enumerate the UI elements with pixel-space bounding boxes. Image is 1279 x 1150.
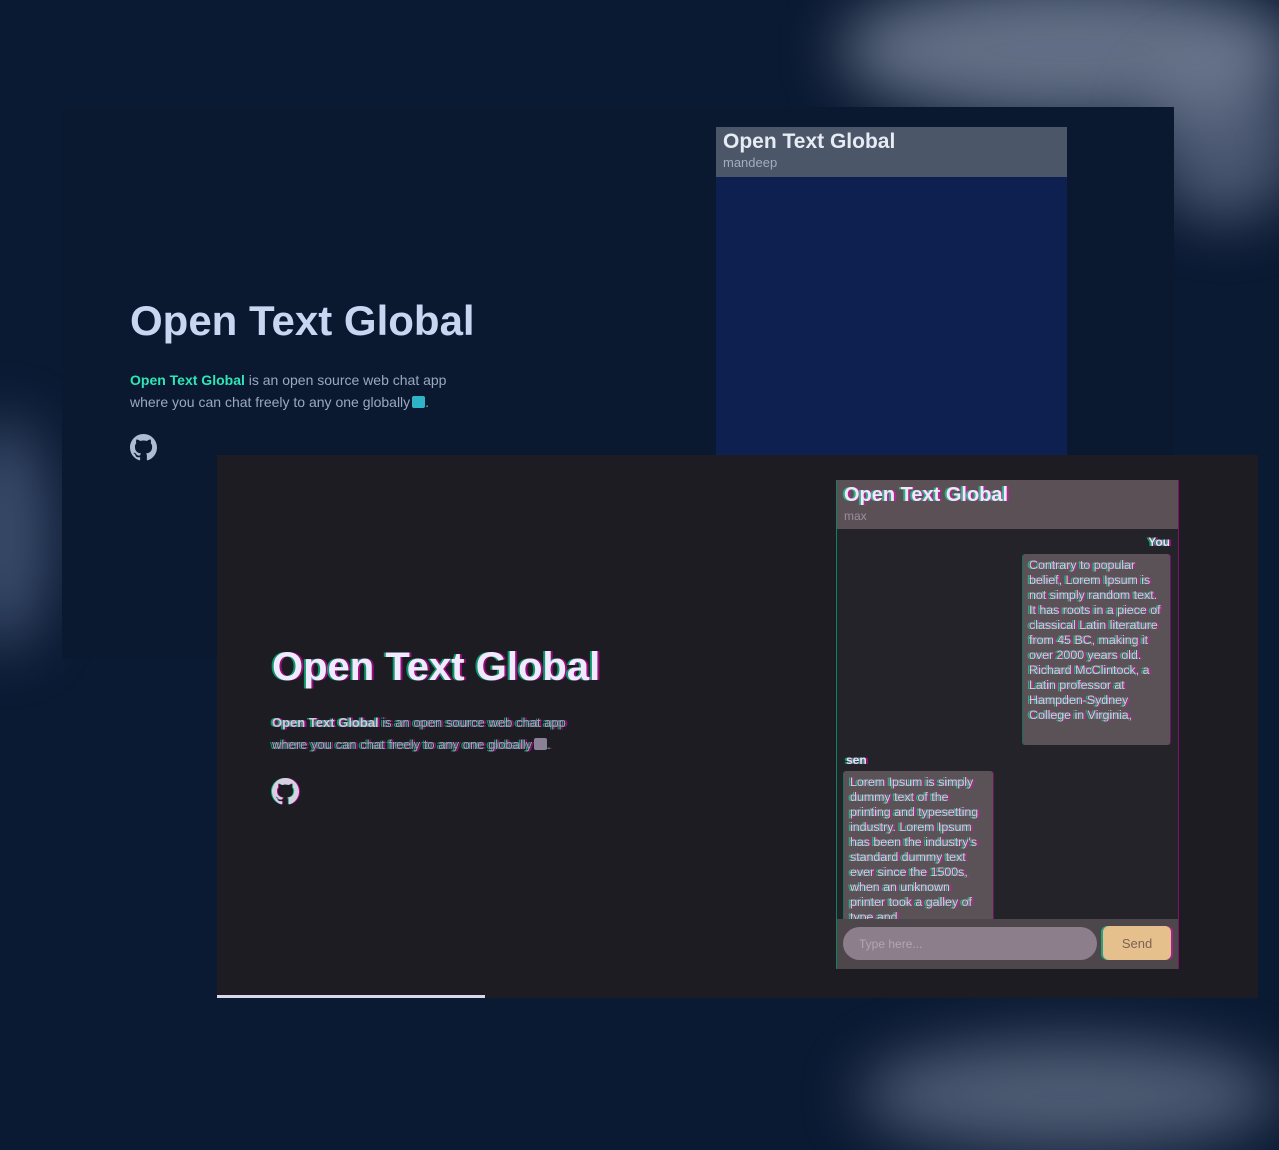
description-end: . (547, 737, 551, 752)
message-list[interactable]: You Contrary to popular belief, Lorem Ip… (837, 529, 1178, 919)
github-icon[interactable] (272, 778, 299, 810)
chat-input-bar: Send (837, 919, 1178, 969)
foreground-window: Open Text Global Open Text Global is an … (217, 455, 1258, 998)
globe-icon (534, 738, 548, 750)
description-text-line2: where you can chat freely to any one glo… (130, 394, 411, 410)
chat-title: Open Text Global (844, 484, 1009, 506)
message-sender: sen (846, 753, 867, 767)
description-end: . (425, 394, 430, 410)
message-input[interactable] (843, 927, 1097, 960)
message-sender: You (1148, 535, 1170, 549)
page-title: Open Text Global (130, 297, 475, 344)
hero-description: Open Text Global is an open source web c… (272, 712, 632, 756)
description-text-line2: where you can chat freely to any one glo… (272, 737, 533, 752)
brand-name: Open Text Global (130, 372, 245, 388)
description-text: is an open source web chat app (378, 715, 566, 730)
description-text: is an open source web chat app (244, 372, 447, 388)
hero-section: Open Text Global Open Text Global is an … (130, 297, 490, 413)
message-bubble-received: Lorem Ipsum is simply dummy text of the … (844, 771, 993, 919)
chat-header: Open Text Global mandeep (716, 127, 1067, 177)
brand-name: Open Text Global (272, 715, 379, 730)
page-title: Open Text Global (272, 645, 601, 689)
globe-icon (412, 396, 426, 408)
github-icon[interactable] (130, 434, 157, 466)
chat-username: mandeep (723, 155, 778, 170)
chat-header: Open Text Global max (837, 480, 1178, 529)
hero-section: Open Text Global Open Text Global is an … (272, 645, 632, 756)
chat-username: max (844, 509, 867, 523)
chat-panel: Open Text Global max You Contrary to pop… (837, 480, 1178, 969)
chat-title: Open Text Global (723, 130, 896, 153)
message-bubble-sent: Contrary to popular belief, Lorem Ipsum … (1023, 554, 1170, 745)
hero-description: Open Text Global is an open source web c… (130, 369, 490, 413)
progress-bar (217, 995, 485, 998)
send-button[interactable]: Send (1103, 926, 1171, 960)
